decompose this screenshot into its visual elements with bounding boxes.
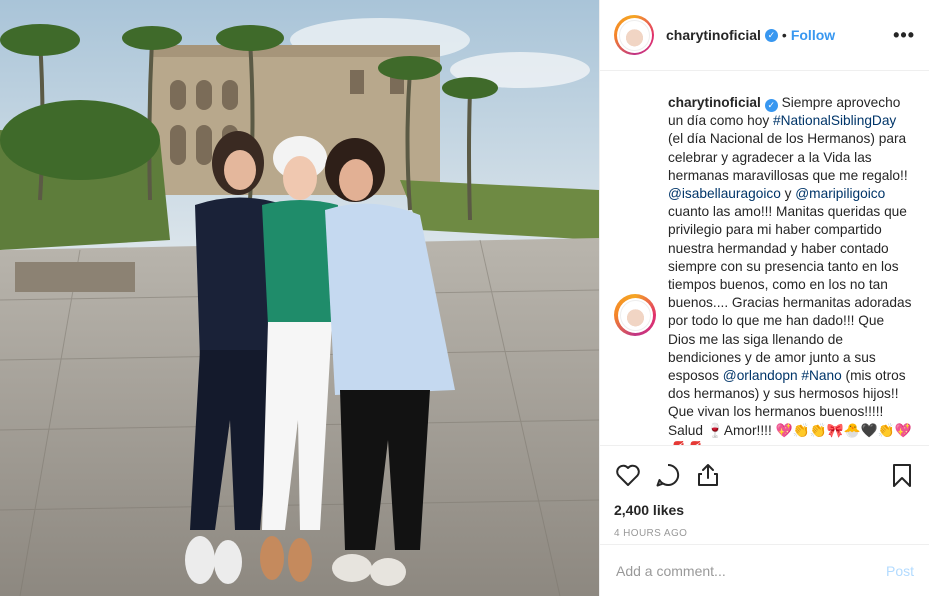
hashtag-link[interactable]: #NationalSiblingDay bbox=[773, 113, 896, 128]
comment-icon[interactable] bbox=[654, 461, 682, 489]
caption-text: charytinoficial ✓ Siempre aprovecho un dí… bbox=[668, 94, 914, 445]
hashtag-link[interactable]: #Nano bbox=[801, 368, 841, 383]
post-header: charytinoficial ✓ • Follow ••• bbox=[600, 0, 929, 71]
caption-avatar[interactable] bbox=[614, 294, 656, 336]
more-options-icon[interactable]: ••• bbox=[893, 25, 915, 46]
caption-text-part: cuanto las amo!!! Manitas queridas que p… bbox=[668, 204, 912, 384]
action-icons-row bbox=[614, 460, 916, 490]
likes-count[interactable]: 2,400 likes bbox=[614, 502, 916, 518]
caption-comment: charytinoficial ✓ Siempre aprovecho un dí… bbox=[614, 94, 914, 445]
post-timestamp[interactable]: 4 HOURS AGO bbox=[614, 528, 916, 539]
post-comment-button[interactable]: Post bbox=[886, 563, 914, 579]
follow-button[interactable]: Follow bbox=[791, 27, 835, 43]
mention-link[interactable]: @orlandopn bbox=[723, 368, 798, 383]
mention-link[interactable]: @isabellauragoico bbox=[668, 186, 781, 201]
post-actions: 2,400 likes 4 HOURS AGO bbox=[600, 445, 929, 539]
verified-badge-icon: ✓ bbox=[764, 28, 778, 42]
caption-username-link[interactable]: charytinoficial bbox=[668, 95, 761, 110]
comment-input[interactable] bbox=[616, 562, 886, 579]
caption-text-part: (el día Nacional de los Hermanos) para c… bbox=[668, 131, 908, 183]
mention-link[interactable]: @maripiligoico bbox=[795, 186, 885, 201]
comments-area[interactable]: charytinoficial ✓ Siempre aprovecho un dí… bbox=[600, 72, 929, 445]
username-link[interactable]: charytinoficial bbox=[666, 27, 761, 43]
share-icon[interactable] bbox=[694, 461, 722, 489]
post-detail-panel: charytinoficial ✓ • Follow ••• charytino… bbox=[599, 0, 929, 596]
add-comment-bar: Post bbox=[600, 544, 929, 596]
post-photo[interactable] bbox=[0, 0, 599, 596]
avatar-ring bbox=[617, 297, 653, 333]
heart-icon[interactable] bbox=[614, 461, 642, 489]
avatar-image bbox=[619, 299, 651, 331]
avatar[interactable] bbox=[614, 15, 654, 55]
caption-text-part: y bbox=[780, 186, 796, 202]
avatar-image bbox=[618, 19, 650, 51]
verified-badge-icon: ✓ bbox=[764, 99, 778, 112]
bookmark-icon[interactable] bbox=[888, 461, 916, 489]
separator-dot: • bbox=[781, 27, 787, 43]
post-photo-illustration bbox=[0, 0, 599, 596]
avatar-ring bbox=[616, 17, 652, 53]
